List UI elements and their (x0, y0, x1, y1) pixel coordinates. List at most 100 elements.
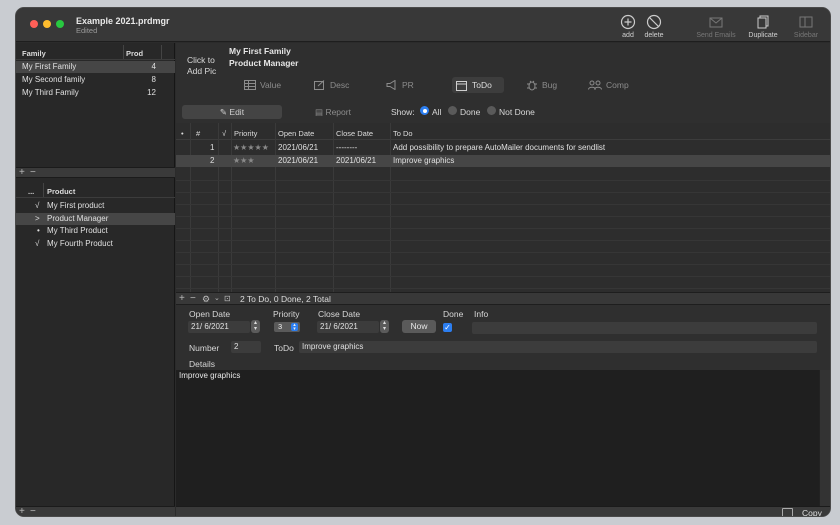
delete-button[interactable]: delete (640, 14, 668, 39)
tab-label: ToDo (472, 80, 492, 90)
column-header-done[interactable]: √ (222, 129, 226, 138)
open-date-cell: 2021/06/21 (278, 156, 319, 165)
add-pic-button[interactable]: Click to Add Pic (187, 55, 216, 77)
add-product-button[interactable]: + (19, 507, 25, 517)
product-name: Product Manager (47, 214, 109, 223)
family-table-header: Family Prod (16, 45, 175, 60)
close-date-field[interactable]: 21/ 6/2021 (317, 321, 379, 333)
send-emails-label: Send Emails (696, 32, 736, 39)
tab-bug[interactable]: Bug (524, 77, 570, 93)
status-text: 2 To Do, 0 Done, 2 Total (240, 294, 331, 304)
details-editor[interactable]: Improve graphics (176, 370, 819, 506)
tab-label: PR (402, 80, 414, 90)
column-header-bullet[interactable]: • (181, 129, 184, 138)
priority-select[interactable]: 3 ▴ ▾ (274, 322, 300, 332)
close-window-button[interactable] (30, 20, 38, 28)
column-header-close-date[interactable]: Close Date (336, 129, 373, 138)
product-marker-header[interactable]: ... (28, 187, 34, 196)
family-heading: My First Family (229, 46, 291, 56)
table-action-bar: + − ⚙ ⌄ ⊡ 2 To Do, 0 Done, 2 Total (176, 292, 830, 305)
chevron-down-icon[interactable]: ⌄ (214, 294, 220, 304)
product-name: My Third Product (47, 226, 108, 235)
family-row[interactable]: My Third Family 12 (16, 87, 175, 99)
product-marker: √ (35, 239, 40, 248)
left-sidebar: Family Prod My First Family 4 My Second … (16, 43, 175, 517)
envelope-icon (709, 17, 723, 28)
sidebar-button[interactable]: Sidebar (790, 14, 822, 39)
priority-stars[interactable]: ★★★★★ (233, 142, 269, 154)
tab-comp[interactable]: Comp (586, 77, 648, 93)
details-text: Improve graphics (179, 371, 241, 380)
todo-field[interactable]: Improve graphics (299, 341, 817, 353)
gear-icon[interactable]: ⚙ (202, 294, 210, 304)
report-mode-button[interactable]: ▤ Report (284, 105, 382, 119)
tab-label: Bug (542, 80, 558, 90)
column-header-number[interactable]: # (196, 129, 200, 138)
remove-todo-button[interactable]: − (190, 294, 196, 304)
prod-column-header[interactable]: Prod (126, 49, 143, 58)
family-row[interactable]: My Second family 8 (16, 74, 175, 86)
add-button[interactable]: add (616, 14, 640, 39)
title-bar: Example 2021.prdmgr Edited add delete Se… (16, 8, 830, 42)
close-date-label: Close Date (318, 309, 361, 319)
send-emails-button[interactable]: Send Emails (692, 14, 740, 39)
column-header-todo[interactable]: To Do (393, 129, 413, 138)
product-row[interactable]: > Product Manager (16, 213, 175, 225)
copy-icon (782, 508, 793, 516)
show-not-done-radio[interactable] (487, 106, 496, 115)
zoom-window-button[interactable] (56, 20, 64, 28)
info-field[interactable] (472, 322, 817, 334)
product-marker: √ (35, 201, 40, 210)
add-family-button[interactable]: + (19, 168, 25, 178)
close-date-stepper[interactable]: ▴ ▾ (380, 320, 389, 333)
product-name: My Fourth Product (47, 239, 113, 248)
duplicate-button[interactable]: Duplicate (744, 14, 782, 39)
show-done-radio[interactable] (448, 106, 457, 115)
table-row[interactable]: 2 ★★★ 2021/06/21 2021/06/21 Improve grap… (176, 155, 830, 167)
main-pane: Click to Add Pic My First Family Product… (176, 43, 830, 516)
column-header-priority[interactable]: Priority (234, 129, 257, 138)
tab-desc[interactable]: Desc (312, 77, 362, 93)
family-column-header[interactable]: Family (22, 49, 46, 58)
show-all-radio[interactable] (420, 106, 429, 115)
tab-todo[interactable]: ToDo (452, 77, 504, 93)
edit-label: Edit (229, 107, 245, 117)
tab-label: Comp (606, 80, 629, 90)
copy-button[interactable]: Copy (802, 508, 822, 516)
table-row[interactable]: 1 ★★★★★ 2021/06/21 -------- Add possibil… (176, 142, 830, 154)
open-date-stepper[interactable]: ▴ ▾ (251, 320, 260, 333)
product-column-header[interactable]: Product (47, 187, 75, 196)
number-field[interactable]: 2 (231, 341, 261, 353)
tab-pr[interactable]: PR (384, 77, 424, 93)
product-row[interactable]: √ My First product (16, 200, 175, 212)
family-row[interactable]: My First Family 4 (16, 61, 175, 73)
add-todo-button[interactable]: + (179, 294, 185, 304)
details-scrollbar[interactable] (819, 370, 830, 506)
todo-cell: Improve graphics (393, 156, 455, 165)
calendar-icon (456, 81, 467, 91)
lock-icon[interactable]: ⊡ (224, 294, 231, 304)
priority-stars[interactable]: ★★★ (233, 155, 255, 167)
show-label: Show: (391, 107, 415, 117)
column-header-open-date[interactable]: Open Date (278, 129, 314, 138)
product-row[interactable]: √ My Fourth Product (16, 238, 175, 250)
priority-label: Priority (273, 309, 300, 319)
plus-circle-icon (620, 14, 636, 30)
now-button[interactable]: Now (402, 320, 436, 333)
done-checkbox[interactable]: ✓ (443, 323, 452, 332)
todo-cell: Add possibility to prepare AutoMailer do… (393, 143, 606, 152)
tab-value[interactable]: Value (242, 77, 300, 93)
product-heading: Product Manager (229, 58, 299, 68)
tab-label: Desc (330, 80, 350, 90)
row-number: 1 (210, 143, 215, 152)
open-date-field[interactable]: 21/ 6/2021 (188, 321, 250, 333)
close-date-cell: 2021/06/21 (336, 156, 377, 165)
product-row[interactable]: • My Third Product (16, 225, 175, 237)
document-icon: ▤ (315, 107, 326, 117)
open-date-label: Open Date (189, 309, 231, 319)
edit-mode-button[interactable]: ✎ Edit (182, 105, 282, 119)
remove-family-button[interactable]: − (30, 168, 36, 178)
minimize-window-button[interactable] (43, 20, 51, 28)
bug-icon (527, 80, 537, 91)
remove-product-button[interactable]: − (30, 507, 36, 517)
